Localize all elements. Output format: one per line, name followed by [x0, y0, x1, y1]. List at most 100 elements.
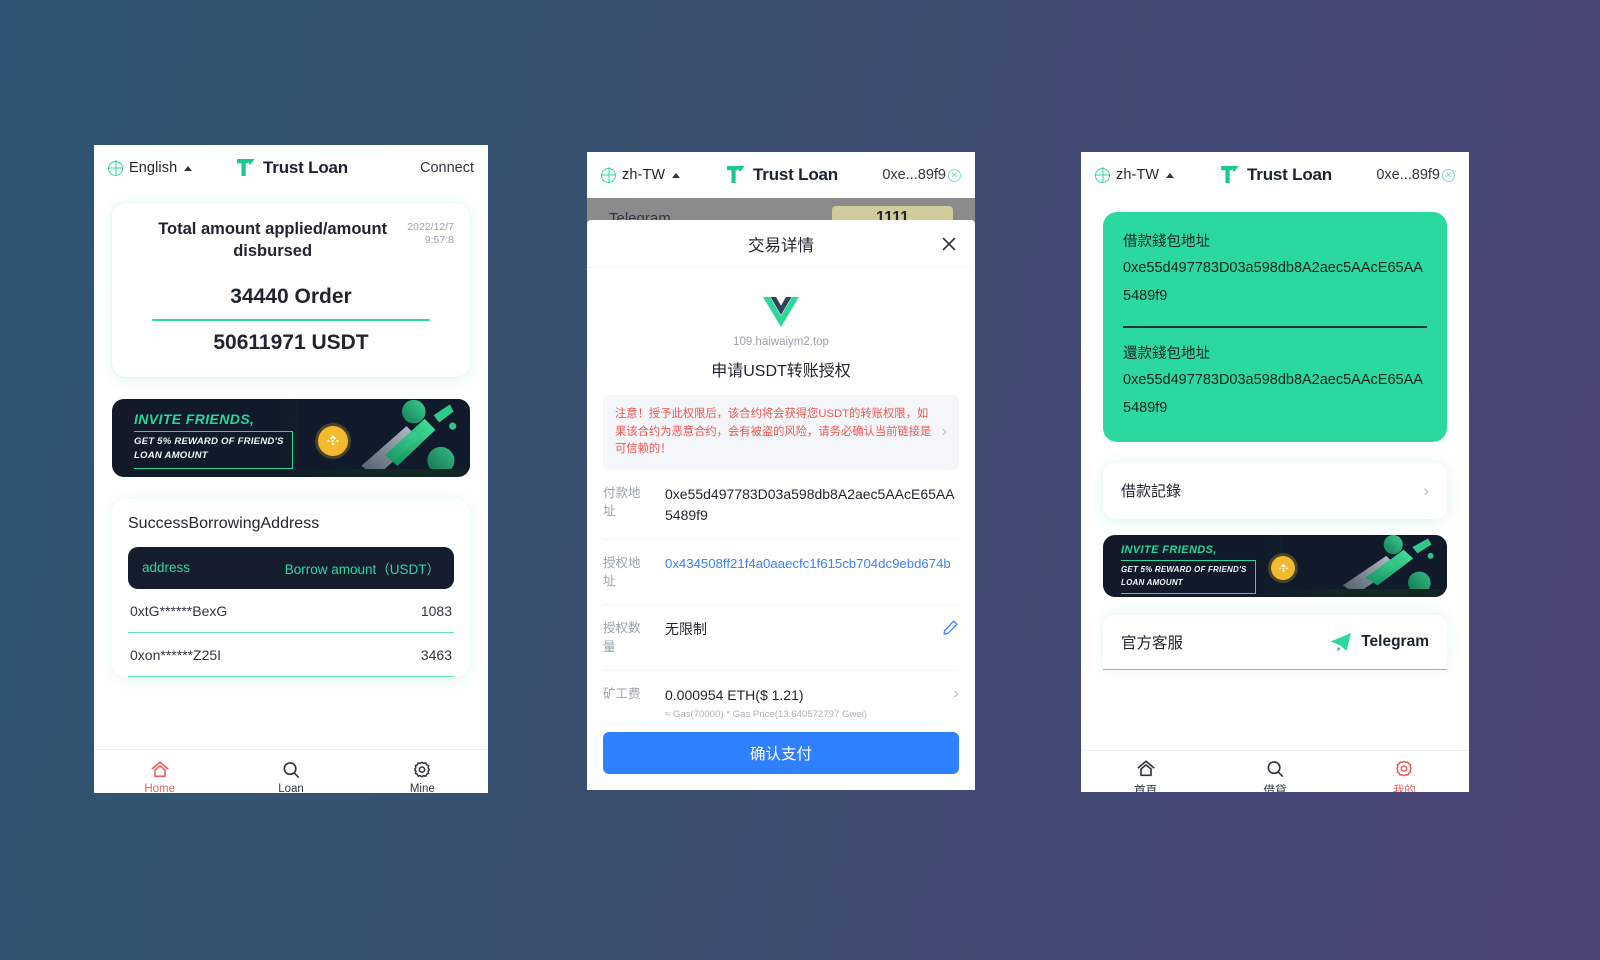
account-address: 0xe...89f9	[882, 167, 946, 183]
tab-mine-label: Mine	[409, 783, 435, 793]
brand-logo: Trust Loan	[234, 156, 348, 180]
cell-address: 0xon******Z25I	[130, 646, 222, 663]
tab-mine[interactable]: 我的	[1340, 759, 1469, 792]
close-icon[interactable]	[939, 234, 959, 254]
repay-wallet-address[interactable]: 0xe55d497783D03a598db8A2aec5AAcE65AA5489…	[1123, 367, 1427, 422]
account-chip[interactable]: 0xe...89f9 ✕	[1376, 167, 1455, 183]
close-circle-icon[interactable]: ✕	[1442, 168, 1455, 182]
home-icon	[150, 761, 169, 778]
bottom-tab-bar: 首頁 借貸 我的	[1081, 750, 1469, 792]
brand-name: Trust Loan	[1247, 165, 1332, 184]
transaction-detail-modal: 交易详情 109.haiwaiym2.top 申请USDT转账授权 注意！授予此…	[587, 220, 975, 790]
detail-value-sub: ≈ Gas(70000) * Gas Price(13.640572797 Gw…	[665, 708, 868, 720]
banner-outline-box: GET 5% REWARD OF FRIEND'S LOAN AMOUNT	[134, 430, 293, 470]
tab-mine-label: 我的	[1392, 785, 1416, 792]
modal-footer: 确认支付	[587, 722, 975, 790]
invite-friends-banner[interactable]: INVITE FRIENDS, GET 5% REWARD OF FRIEND'…	[112, 398, 470, 477]
banner-outline-box: GET 5% REWARD OF FRIEND'S LOAN AMOUNT	[1121, 560, 1256, 594]
table-row[interactable]: 0xtG******BexG 1083	[128, 589, 454, 633]
search-icon	[1267, 761, 1284, 777]
detail-row-spender[interactable]: 授权地址 0x434508ff21f4a0aaecfc1f615cb704dc9…	[603, 540, 959, 605]
bnb-diamond-glyph	[1278, 563, 1288, 572]
detail-key: 付款地址	[603, 485, 641, 519]
bnb-coin-icon	[1271, 556, 1295, 581]
chevron-right-icon[interactable]: ›	[954, 685, 959, 703]
detail-key: 授权地址	[603, 555, 641, 589]
caret-up-icon	[1166, 172, 1175, 178]
modal-header: 交易详情	[587, 220, 975, 268]
banner-copy: INVITE FRIENDS, GET 5% REWARD OF FRIEND'…	[112, 399, 470, 470]
summary-divider	[152, 318, 430, 321]
permission-warning-text: 注意！授予此权限后，该合约将会获得您USDT的转账权限，如果该合约为恶意合约，会…	[615, 408, 932, 455]
gear-icon	[1396, 760, 1413, 777]
chevron-right-icon: ›	[1423, 480, 1429, 500]
brand-logo: Trust Loan	[724, 163, 838, 187]
table-row[interactable]: 0xon******Z25I 3463	[128, 633, 454, 677]
cell-amount: 1083	[420, 602, 452, 619]
column-borrow-amount: Borrow amount（USDT）	[284, 561, 440, 577]
connect-label: Connect	[419, 160, 474, 176]
tab-mine[interactable]: Mine	[357, 760, 488, 793]
tab-home-label: Home	[144, 783, 175, 793]
success-borrowing-card: SuccessBorrowingAddress address Borrow a…	[112, 498, 470, 677]
tab-home[interactable]: Home	[94, 760, 225, 793]
app-header: English Trust Loan Connect	[94, 145, 488, 191]
globe-icon	[601, 167, 616, 183]
trust-loan-logo-icon	[1221, 166, 1239, 183]
borrow-wallet-label: 借款錢包地址	[1123, 234, 1210, 250]
summary-header: Total amount applied/amount disbursed 20…	[128, 219, 454, 263]
detail-value-link[interactable]: 0x434508ff21f4a0aaecfc1f615cb704dc9ebd67…	[665, 554, 959, 574]
language-selector[interactable]: zh-TW	[1095, 167, 1175, 183]
modal-body: 109.haiwaiym2.top 申请USDT转账授权 注意！授予此权限后，该…	[587, 268, 975, 722]
tab-loan[interactable]: 借貸	[1210, 759, 1339, 792]
tab-home[interactable]: 首頁	[1081, 759, 1210, 792]
detail-row-gas-fee[interactable]: 矿工费 0.000954 ETH($ 1.21) ≈ Gas(70000) * …	[603, 671, 959, 723]
account-chip[interactable]: 0xe...89f9 ✕	[882, 167, 961, 183]
connect-button[interactable]: Connect	[420, 160, 474, 176]
close-circle-icon[interactable]: ✕	[948, 168, 961, 182]
banner-line-3: LOAN AMOUNT	[134, 450, 208, 462]
caret-up-icon	[184, 165, 193, 171]
summary-card: Total amount applied/amount disbursed 20…	[112, 203, 470, 377]
borrow-record-row[interactable]: 借款記錄 ›	[1103, 462, 1447, 520]
summary-order-count: 34440 Order	[230, 284, 352, 308]
official-support-row[interactable]: 官方客服 Telegram	[1103, 615, 1447, 671]
language-selector[interactable]: zh-TW	[601, 167, 681, 183]
summary-timestamp: 2022/12/7 9:57:8	[407, 221, 454, 247]
edit-pencil-icon[interactable]	[942, 619, 959, 636]
official-support-label: 官方客服	[1121, 635, 1184, 653]
caret-up-icon	[672, 172, 681, 178]
summary-title: Total amount applied/amount disbursed	[158, 220, 388, 260]
language-selector[interactable]: English	[108, 160, 193, 176]
tab-loan[interactable]: Loan	[225, 760, 356, 793]
gear-icon	[414, 761, 431, 778]
home-content: Total amount applied/amount disbursed 20…	[94, 203, 488, 793]
phone-panel-mine: zh-TW Trust Loan 0xe...89f9 ✕ 借款錢包地址 0xe…	[1081, 152, 1469, 792]
banner-line-2: GET 5% REWARD OF FRIEND'S	[134, 435, 284, 447]
summary-usdt-amount: 50611971 USDT	[213, 330, 369, 354]
telegram-icon	[1330, 633, 1352, 652]
invite-friends-banner[interactable]: INVITE FRIENDS, GET 5% REWARD OF FRIEND'…	[1103, 535, 1447, 598]
chevron-right-icon: ›	[941, 423, 947, 441]
vue-logo-icon	[763, 297, 799, 327]
detail-key: 授权数量	[603, 621, 641, 654]
borrow-wallet-address[interactable]: 0xe55d497783D03a598db8A2aec5AAcE65AA5489…	[1123, 255, 1427, 310]
brand-logo: Trust Loan	[1218, 163, 1332, 187]
wallet-divider	[1123, 326, 1427, 329]
account-address: 0xe...89f9	[1376, 167, 1440, 183]
telegram-link[interactable]: Telegram	[1329, 631, 1429, 653]
bottom-tab-bar: Home Loan Mine	[94, 749, 488, 793]
dapp-host: 109.haiwaiym2.top	[733, 336, 829, 348]
phone-panel-transaction-modal: zh-TW Trust Loan 0xe...89f9 ✕ Telegram 1…	[587, 152, 975, 790]
banner-line-3: LOAN AMOUNT	[1121, 577, 1183, 587]
telegram-name: Telegram	[1361, 633, 1429, 651]
permission-warning[interactable]: 注意！授予此权限后，该合约将会获得您USDT的转账权限，如果该合约为恶意合约，会…	[603, 395, 959, 470]
brand-name: Trust Loan	[263, 158, 348, 177]
confirm-payment-button[interactable]: 确认支付	[603, 732, 959, 774]
detail-value: 0.000954 ETH($ 1.21)	[665, 686, 804, 703]
mine-content: 借款錢包地址 0xe55d497783D03a598db8A2aec5AAcE6…	[1081, 212, 1469, 792]
wallet-address-card: 借款錢包地址 0xe55d497783D03a598db8A2aec5AAcE6…	[1103, 212, 1447, 443]
globe-icon	[1095, 167, 1110, 183]
bnb-diamond-glyph	[327, 434, 339, 446]
brand-name: Trust Loan	[753, 165, 838, 184]
